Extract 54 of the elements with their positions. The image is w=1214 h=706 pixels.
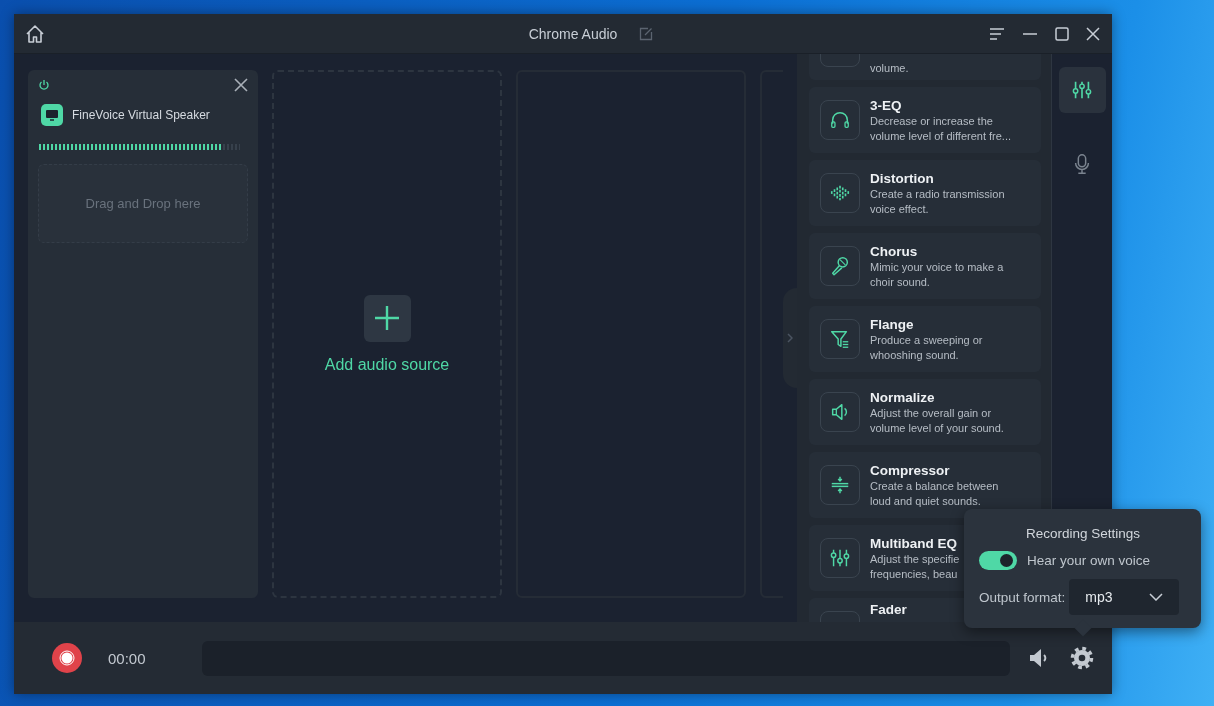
record-button[interactable] <box>52 643 82 673</box>
caret-icon <box>1149 593 1164 601</box>
effect-item[interactable]: Chorus Mimic your voice to make a choir sound. <box>809 233 1041 299</box>
edit-icon[interactable] <box>639 26 654 41</box>
time-display: 00:00 <box>108 649 146 667</box>
effect-description: Adjust the overall gain or volume level of your sound. <box>870 405 1004 436</box>
effect-title: Distortion <box>870 169 935 187</box>
collapse-handle[interactable] <box>783 288 797 388</box>
monitor-icon <box>41 104 63 126</box>
effect-description: Create a balance between loud and quiet sounds. <box>870 478 999 509</box>
effect-title: Chorus <box>870 242 919 260</box>
effect-item[interactable]: Normalize Adjust the overall gain or volume level of your sound. <box>809 379 1041 445</box>
effect-item[interactable]: Compressor Create a balance between loud and quiet sounds. <box>809 452 1041 518</box>
effect-item[interactable]: volume. <box>809 54 1041 80</box>
plus-icon <box>374 305 400 331</box>
effect-description: Adjust the specifie frequencies, beau <box>870 551 960 582</box>
effect-title: 3-EQ <box>870 96 903 114</box>
effect-title: Compressor <box>870 461 951 479</box>
effect-title: Flange <box>870 315 915 333</box>
menu-icon[interactable] <box>989 26 1005 41</box>
effect-item[interactable]: 3-EQ Decrease or increase the volume level of different fre... <box>809 87 1041 153</box>
device-name: FineVoice Virtual Speaker <box>72 108 210 122</box>
window-title: Chrome Audio <box>528 25 618 42</box>
add-button[interactable] <box>363 294 411 342</box>
settings-icon[interactable] <box>1070 646 1094 670</box>
effect-description: Mimic your voice to make a choir sound. <box>870 259 1004 290</box>
drop-hint: Drag and Drop here <box>85 196 201 211</box>
sliders-icon <box>829 547 851 569</box>
effect-title: Fader <box>870 601 907 618</box>
effect-description: Decrease or increase the volume level of different fre... <box>870 113 1012 144</box>
chevron-icon <box>787 333 793 343</box>
effect-item[interactable]: Flange Produce a sweeping or whooshing sound. <box>809 306 1041 372</box>
maximize-icon[interactable] <box>1055 26 1069 41</box>
microphone-icon <box>829 255 851 277</box>
toggle-switch[interactable] <box>979 551 1017 570</box>
power-icon[interactable] <box>38 79 50 91</box>
funnel-icon <box>829 328 851 350</box>
format-label: Output format: <box>979 589 1066 605</box>
close-icon[interactable] <box>234 78 248 92</box>
effect-description: volume. <box>870 61 909 76</box>
sliders-icon <box>1071 79 1093 101</box>
effect-item[interactable]: Distortion Create a radio transmission voice effect. <box>809 160 1041 226</box>
home-icon[interactable] <box>24 22 46 45</box>
format-dropdown[interactable]: mp3 <box>1069 579 1180 615</box>
rail-tab[interactable] <box>1058 67 1106 113</box>
effect-title: Normalize <box>870 388 936 406</box>
effect-description: Produce a sweeping or whooshing sound. <box>870 332 983 363</box>
record-icon <box>59 650 75 666</box>
effect-title: Multiband EQ <box>870 534 958 552</box>
add-source-link[interactable]: Add audio source <box>324 355 450 374</box>
effect-description: Create a radio transmission voice effect. <box>870 186 1005 217</box>
compress-icon <box>829 474 851 496</box>
headphones-icon <box>829 109 851 131</box>
close-icon[interactable] <box>1086 26 1100 41</box>
